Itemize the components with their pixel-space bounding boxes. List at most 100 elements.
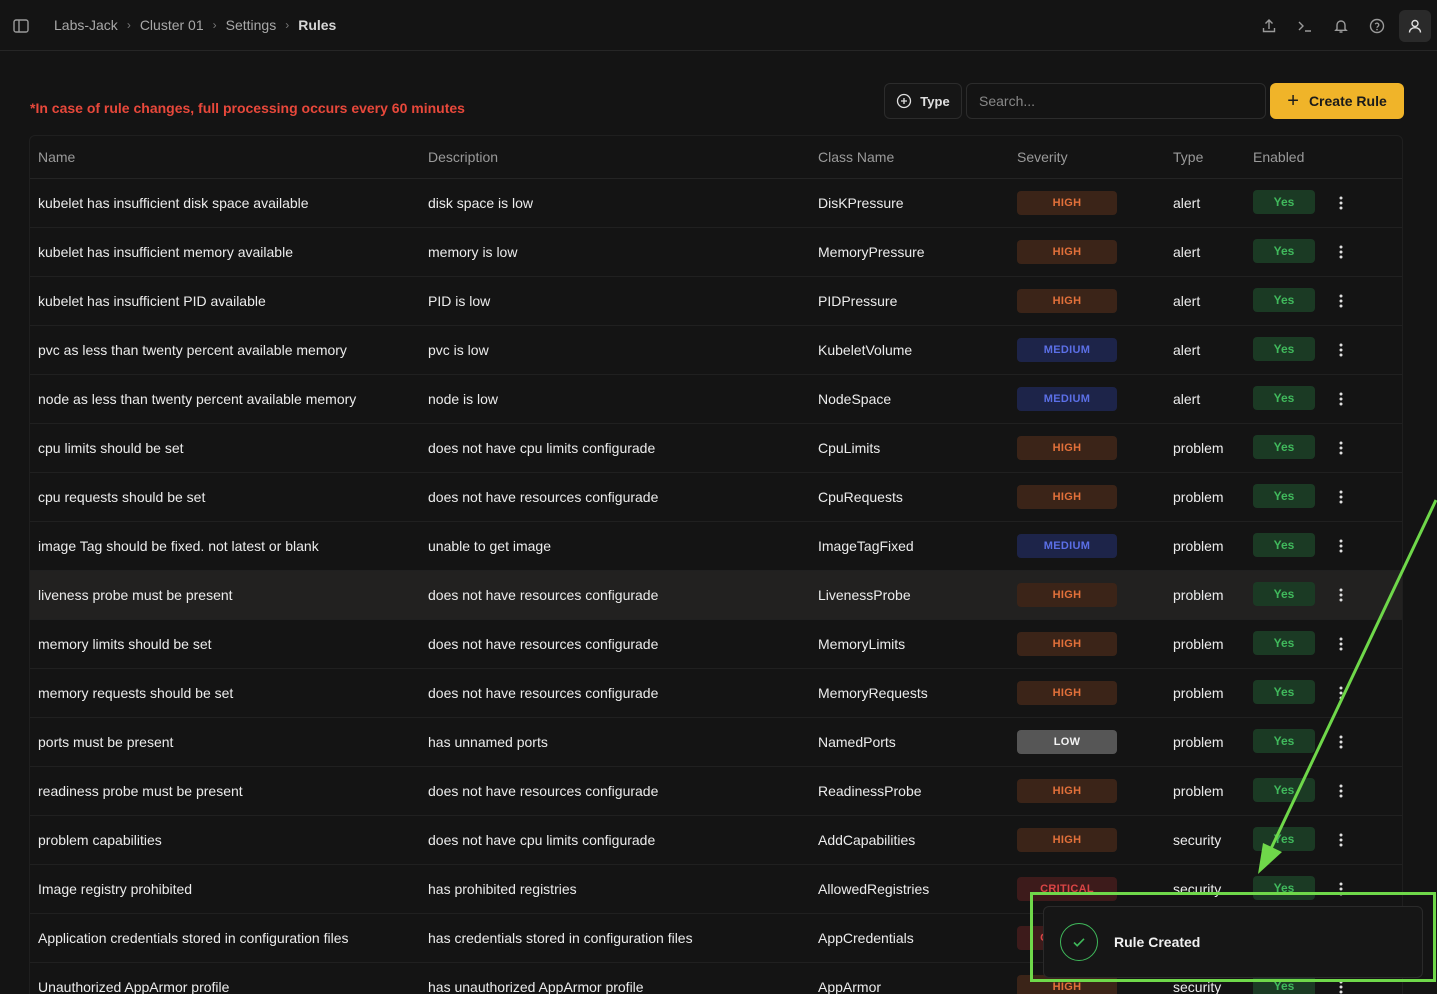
terminal-icon[interactable] xyxy=(1287,8,1323,44)
rule-class-name: PIDPressure xyxy=(810,276,1009,326)
table-row[interactable]: memory requests should be set does not ha… xyxy=(30,668,1402,718)
more-options-icon[interactable] xyxy=(1333,485,1349,509)
rule-type: problem xyxy=(1165,570,1245,620)
more-options-icon[interactable] xyxy=(1333,583,1349,607)
more-options-icon[interactable] xyxy=(1333,191,1349,215)
rule-class-name: AppArmor xyxy=(810,962,1009,994)
rule-class-name: NodeSpace xyxy=(810,374,1009,424)
severity-badge: HIGH xyxy=(1017,778,1117,803)
severity-cell: HIGH xyxy=(1009,570,1165,620)
enabled-cell: Yes xyxy=(1245,815,1402,865)
rule-name: kubelet has insufficient PID available xyxy=(30,276,420,326)
bell-icon[interactable] xyxy=(1323,8,1359,44)
more-options-icon[interactable] xyxy=(1333,534,1349,558)
severity-badge: MEDIUM xyxy=(1017,386,1117,411)
table-row[interactable]: cpu requests should be set does not have … xyxy=(30,472,1402,522)
rule-type: problem xyxy=(1165,668,1245,718)
rule-class-name: LivenessProbe xyxy=(810,570,1009,620)
enabled-cell: Yes xyxy=(1245,766,1402,816)
enabled-badge: Yes xyxy=(1253,288,1315,313)
rule-description: has credentials stored in configuration … xyxy=(420,913,810,963)
severity-badge: LOW xyxy=(1017,729,1117,754)
chevron-right-icon: › xyxy=(285,18,290,32)
severity-badge: MEDIUM xyxy=(1017,337,1117,362)
table-row[interactable]: liveness probe must be present does not h… xyxy=(30,570,1402,620)
table-row[interactable]: kubelet has insufficient memory availabl… xyxy=(30,227,1402,277)
top-actions xyxy=(1251,0,1437,51)
severity-badge: HIGH xyxy=(1017,680,1117,705)
rule-class-name: ImageTagFixed xyxy=(810,521,1009,571)
create-rule-button[interactable]: + Create Rule xyxy=(1270,83,1404,119)
column-header-severity[interactable]: Severity xyxy=(1009,136,1165,179)
rule-description: does not have resources configurade xyxy=(420,619,810,669)
rule-name: node as less than twenty percent availab… xyxy=(30,374,420,424)
rule-class-name: MemoryPressure xyxy=(810,227,1009,277)
rule-type: alert xyxy=(1165,227,1245,277)
rule-class-name: NamedPorts xyxy=(810,717,1009,767)
table-row[interactable]: problem capabilities does not have cpu li… xyxy=(30,815,1402,865)
column-header-description[interactable]: Description xyxy=(420,136,810,179)
more-options-icon[interactable] xyxy=(1333,730,1349,754)
more-options-icon[interactable] xyxy=(1333,632,1349,656)
rule-description: does not have resources configurade xyxy=(420,766,810,816)
rule-class-name: DisKPressure xyxy=(810,178,1009,228)
rule-type: alert xyxy=(1165,276,1245,326)
rule-class-name: CpuLimits xyxy=(810,423,1009,473)
more-options-icon[interactable] xyxy=(1333,240,1349,264)
rule-name: Application credentials stored in config… xyxy=(30,913,420,963)
rule-description: has prohibited registries xyxy=(420,864,810,914)
severity-badge: HIGH xyxy=(1017,582,1117,607)
column-header-type[interactable]: Type xyxy=(1165,136,1245,179)
enabled-badge: Yes xyxy=(1253,778,1315,803)
rule-name: pvc as less than twenty percent availabl… xyxy=(30,325,420,375)
severity-cell: HIGH xyxy=(1009,619,1165,669)
more-options-icon[interactable] xyxy=(1333,387,1349,411)
rule-name: cpu requests should be set xyxy=(30,472,420,522)
breadcrumb-item-cluster[interactable]: Cluster 01 xyxy=(140,17,204,33)
severity-cell: HIGH xyxy=(1009,227,1165,277)
enabled-badge: Yes xyxy=(1253,190,1315,215)
toast-message: Rule Created xyxy=(1114,934,1201,950)
plus-icon: + xyxy=(1287,90,1299,112)
table-row[interactable]: pvc as less than twenty percent availabl… xyxy=(30,325,1402,375)
user-avatar[interactable] xyxy=(1399,9,1431,42)
more-options-icon[interactable] xyxy=(1333,289,1349,313)
table-row[interactable]: kubelet has insufficient disk space avai… xyxy=(30,178,1402,228)
column-header-enabled[interactable]: Enabled xyxy=(1245,136,1402,179)
rule-name: Unauthorized AppArmor profile xyxy=(30,962,420,994)
rule-description: memory is low xyxy=(420,227,810,277)
table-row[interactable]: image Tag should be fixed. not latest or… xyxy=(30,521,1402,571)
rule-class-name: AllowedRegistries xyxy=(810,864,1009,914)
more-options-icon[interactable] xyxy=(1333,877,1349,901)
sidebar-toggle-icon[interactable] xyxy=(12,17,30,35)
table-row[interactable]: node as less than twenty percent availab… xyxy=(30,374,1402,424)
rule-type: problem xyxy=(1165,619,1245,669)
table-row[interactable]: readiness probe must be present does not … xyxy=(30,766,1402,816)
table-row[interactable]: ports must be present has unnamed ports Na… xyxy=(30,717,1402,767)
help-icon[interactable] xyxy=(1359,8,1395,44)
search-input[interactable] xyxy=(966,83,1266,119)
breadcrumb-item-org[interactable]: Labs-Jack xyxy=(54,17,118,33)
rule-class-name: KubeletVolume xyxy=(810,325,1009,375)
table-row[interactable]: kubelet has insufficient PID available PI… xyxy=(30,276,1402,326)
toast-notification: Rule Created xyxy=(1043,906,1423,978)
table-row[interactable]: cpu limits should be set does not have cp… xyxy=(30,423,1402,473)
more-options-icon[interactable] xyxy=(1333,828,1349,852)
more-options-icon[interactable] xyxy=(1333,779,1349,803)
type-filter-button[interactable]: Type xyxy=(884,83,962,119)
rule-name: ports must be present xyxy=(30,717,420,767)
severity-badge: MEDIUM xyxy=(1017,533,1117,558)
breadcrumb-item-settings[interactable]: Settings xyxy=(226,17,277,33)
more-options-icon[interactable] xyxy=(1333,338,1349,362)
column-header-name[interactable]: Name xyxy=(30,136,420,179)
severity-cell: HIGH xyxy=(1009,178,1165,228)
column-header-class-name[interactable]: Class Name xyxy=(810,136,1009,179)
rule-type: problem xyxy=(1165,766,1245,816)
rule-type: alert xyxy=(1165,325,1245,375)
table-body: kubelet has insufficient disk space avai… xyxy=(30,178,1402,994)
more-options-icon[interactable] xyxy=(1333,681,1349,705)
table-row[interactable]: memory limits should be set does not have… xyxy=(30,619,1402,669)
more-options-icon[interactable] xyxy=(1333,436,1349,460)
rule-description: disk space is low xyxy=(420,178,810,228)
upload-icon[interactable] xyxy=(1251,8,1287,44)
